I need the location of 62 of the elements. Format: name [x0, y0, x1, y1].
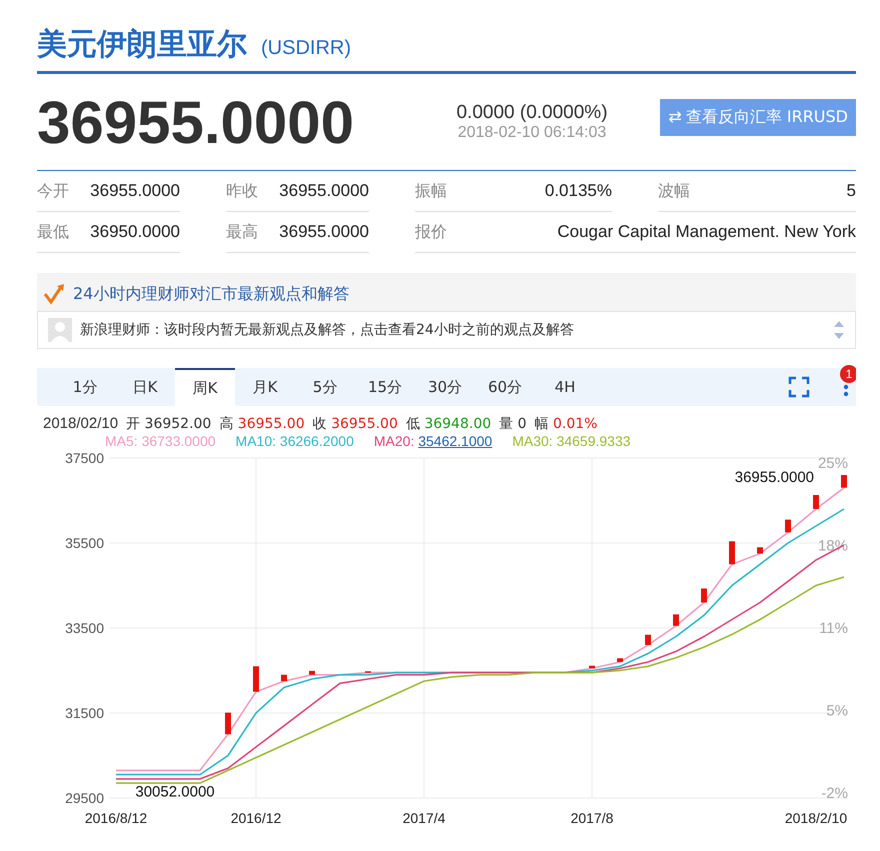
stat-label: 最高 — [226, 222, 258, 242]
stat-label: 波幅 — [658, 180, 690, 202]
notification-badge: 1 — [840, 365, 856, 383]
chart-tab[interactable]: 1分 — [55, 368, 115, 406]
price: 36955.0000 — [37, 88, 355, 156]
percent-axis-label: 5% — [826, 702, 848, 720]
trend-arrow-icon — [43, 283, 67, 305]
stat-value: 36955.0000 — [279, 181, 369, 201]
ohlc-item: 收 36955.00 — [312, 415, 398, 433]
x-axis-label: 2018/2/10 — [784, 810, 848, 826]
stat-value: 5 — [846, 181, 856, 201]
chart-tab[interactable]: 60分 — [475, 368, 535, 406]
stat-label: 振幅 — [415, 180, 447, 202]
y-axis-label: 35500 — [65, 535, 104, 551]
ohlc-item: 低 36948.00 — [406, 415, 492, 433]
chart-tab[interactable]: 4H — [535, 368, 595, 406]
x-axis-label: 2016/8/12 — [84, 810, 148, 826]
currency-code: (USDIRR) — [261, 37, 351, 60]
ohlc-item: 开 36952.00 — [126, 415, 212, 433]
percent-axis-label: 25% — [818, 455, 848, 472]
chart-tab[interactable]: 周K — [175, 368, 235, 406]
stat-value: 0.0135% — [544, 181, 612, 201]
chart-tab[interactable]: 日K — [115, 368, 175, 406]
stat-value: 36955.0000 — [90, 181, 180, 201]
percent-axis-label: 11% — [819, 620, 848, 637]
ohlc-date: 2018/02/10 — [43, 415, 118, 433]
stat-label: 报价 — [415, 222, 447, 242]
x-axis-label: 2017/8 — [570, 810, 614, 826]
stat-label: 昨收 — [226, 180, 258, 202]
avatar-icon — [48, 318, 72, 342]
y-axis-label: 31500 — [65, 705, 104, 721]
chart-tab[interactable]: 月K — [235, 368, 295, 406]
ma-legend-item: MA20: 35462.1000 — [374, 433, 492, 449]
chart-tab[interactable]: 15分 — [355, 368, 415, 406]
ohlc-item: 高 36955.00 — [219, 415, 305, 433]
percent-axis-label: 18% — [818, 538, 848, 554]
x-axis-label: 2017/4 — [402, 810, 446, 826]
fullscreen-icon[interactable] — [788, 376, 810, 398]
advice-message-row[interactable]: 新浪理财师：该时段内暂无最新观点及解答，点击查看24小时之前的观点及解答 — [37, 311, 856, 349]
y-axis-label: 33500 — [65, 620, 104, 636]
advice-message: 新浪理财师：该时段内暂无最新观点及解答，点击查看24小时之前的观点及解答 — [80, 321, 574, 339]
stat-label: 今开 — [37, 180, 69, 202]
ma-legend-item: MA10: 36266.2000 — [236, 433, 354, 449]
stat-value: 36950.0000 — [90, 222, 180, 242]
percent-axis-label: -2% — [821, 785, 848, 802]
quote-time: 2018-02-10 06:14:03 — [458, 124, 606, 142]
advice-title[interactable]: 24小时内理财师对汇市最新观点和解答 — [73, 284, 350, 304]
y-axis-label: 29500 — [65, 790, 104, 806]
stat-label: 最低 — [37, 222, 69, 242]
ma-legend-item: MA5: 36733.0000 — [105, 433, 216, 449]
chart-tab[interactable]: 5分 — [295, 368, 355, 406]
price-change: 0.0000 (0.0000%) — [456, 102, 608, 124]
y-axis-label: 37500 — [65, 450, 104, 466]
stat-value: 36955.0000 — [279, 222, 369, 242]
chart-tab[interactable]: 30分 — [415, 368, 475, 406]
ohlc-item: 量 0 — [499, 415, 527, 433]
ohlc-item: 幅 0.01% — [534, 415, 598, 433]
x-axis-label: 2016/12 — [230, 810, 282, 826]
price-annotation: 30052.0000 — [135, 783, 215, 800]
stat-value: Cougar Capital Management. New York — [557, 222, 856, 242]
price-annotation: 36955.0000 — [734, 468, 814, 486]
ma-legend-item: MA30: 34659.9333 — [512, 433, 631, 449]
